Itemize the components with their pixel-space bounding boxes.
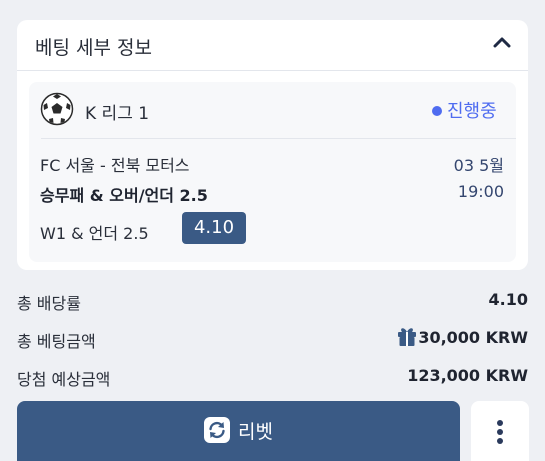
odds-badge: 4.10 bbox=[182, 212, 246, 244]
match-date: 03 5월 bbox=[453, 156, 504, 175]
bet-details-panel: 베팅 세부 정보 K 리그 1 진행중 FC 서울 - 전북 모터스 03 5월… bbox=[17, 20, 528, 270]
more-vertical-icon bbox=[497, 420, 503, 444]
total-odds-row: 총 배당률 4.10 bbox=[17, 290, 528, 314]
card-divider bbox=[41, 138, 516, 139]
match-time: 19:00 bbox=[457, 182, 504, 201]
refresh-icon bbox=[204, 417, 230, 443]
total-stake-row: 총 베팅금액 30,000 KRW bbox=[17, 328, 528, 352]
match-name: FC 서울 - 전북 모터스 bbox=[40, 156, 190, 175]
bet-selection: W1 & 언더 2.5 bbox=[40, 224, 149, 243]
total-stake-label: 총 베팅금액 bbox=[17, 332, 96, 351]
league-name: K 리그 1 bbox=[85, 104, 150, 124]
gift-icon bbox=[398, 328, 416, 346]
more-options-button[interactable] bbox=[471, 401, 529, 461]
rebet-button[interactable]: 리벳 bbox=[17, 401, 460, 461]
panel-title: 베팅 세부 정보 bbox=[35, 37, 152, 59]
total-odds-value: 4.10 bbox=[488, 290, 528, 309]
chevron-up-icon[interactable] bbox=[492, 33, 512, 53]
live-status-dot bbox=[432, 106, 442, 116]
rebet-label: 리벳 bbox=[238, 421, 273, 443]
bet-card: K 리그 1 진행중 FC 서울 - 전북 모터스 03 5월 승무패 & 오버… bbox=[29, 82, 516, 262]
expected-win-row: 당첨 예상금액 123,000 KRW bbox=[17, 366, 528, 390]
bet-market: 승무패 & 오버/언더 2.5 bbox=[40, 186, 208, 205]
total-stake-value: 30,000 KRW bbox=[418, 328, 528, 347]
soccer-ball-icon bbox=[40, 92, 74, 126]
status-badge: 진행중 bbox=[447, 101, 497, 122]
expected-win-value: 123,000 KRW bbox=[407, 366, 528, 385]
expected-win-label: 당첨 예상금액 bbox=[17, 370, 111, 389]
bet-details-header[interactable]: 베팅 세부 정보 bbox=[17, 20, 528, 71]
total-odds-label: 총 배당률 bbox=[17, 294, 81, 313]
